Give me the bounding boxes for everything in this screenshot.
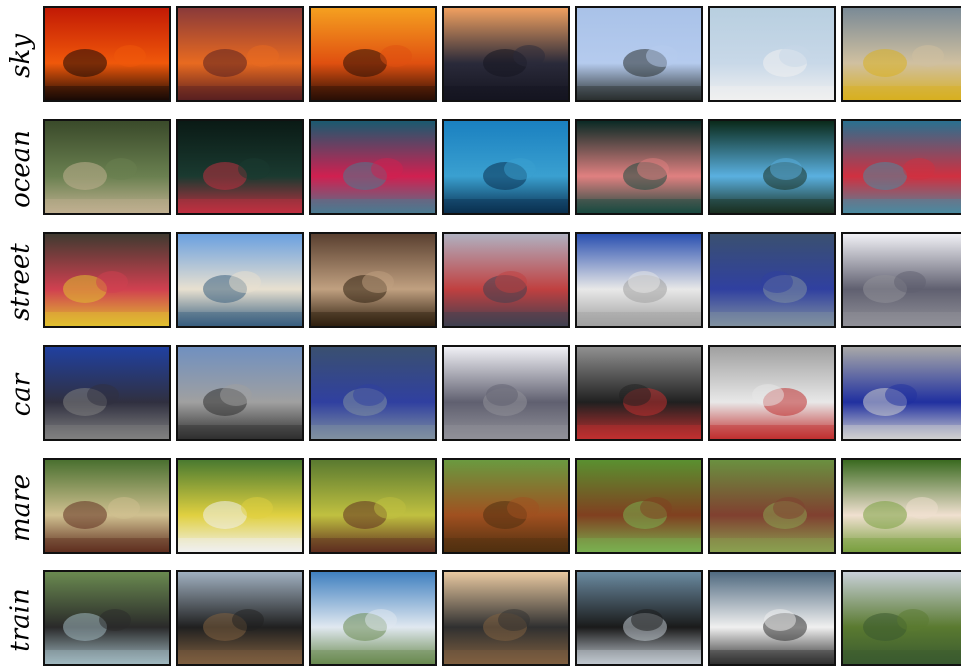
photo-street-crowd [442,232,570,328]
photo-two-horses-field [43,458,171,554]
row-ocean: ocean [0,119,961,219]
row-label-text: mare [6,474,37,542]
photo-tall-buildings [442,345,570,441]
photo-indoor-crowd [309,232,437,328]
row-label: ocean [0,119,42,219]
photo-shipwreck [442,119,570,215]
photo-horses-flowers [176,458,304,554]
photo-brown-horses [442,458,570,554]
photo-sunset-sun [309,6,437,102]
photo-steam-train-smoke [176,570,304,666]
photo-red-reef [841,119,961,215]
photo-city-street [176,345,304,441]
row-label-text: street [6,243,37,321]
photo-coral-reef [43,119,171,215]
photo-tall-buildings [841,232,961,328]
photo-white-steam [708,570,836,666]
row-label: train [0,570,42,670]
photo-flower-market [43,232,171,328]
row-train: train [0,570,961,670]
photo-steam-train-field [43,570,171,666]
photo-race-car-blue [841,345,961,441]
photo-white-building [575,232,703,328]
photo-blue-statues [708,232,836,328]
photo-white-plane [708,6,836,102]
row-label-text: car [6,373,36,417]
photo-sunset-clouds [176,6,304,102]
row-label-text: train [6,588,37,652]
photo-cave-hole [708,119,836,215]
row-label: mare [0,458,42,558]
row-label: sky [0,6,42,106]
photo-train-clouds [309,570,437,666]
photo-race-car-black [575,345,703,441]
photo-pink-fan-coral [575,119,703,215]
photo-office-tower [43,345,171,441]
row-car: car [0,345,961,445]
photo-train-tower [442,570,570,666]
photo-red-coral-fish [309,119,437,215]
photo-race-car-white [708,345,836,441]
photo-blue-statues [309,345,437,441]
photo-white-horse-trees [841,458,961,554]
photo-city-skyline [442,6,570,102]
photo-locomotive-steam [575,570,703,666]
photo-dark-cave [176,119,304,215]
row-sky: sky [0,6,961,106]
row-label-text: sky [6,34,37,78]
row-mare: mare [0,458,961,558]
photo-mare-foal [309,458,437,554]
row-street: street [0,232,961,332]
photo-house-pond [841,570,961,666]
photo-sunset-trees [43,6,171,102]
row-label: car [0,345,42,445]
photo-running-horses [708,458,836,554]
photo-harbor-village [176,232,304,328]
row-label-text: ocean [6,130,37,208]
row-label: street [0,232,42,332]
photo-jet-plane [575,6,703,102]
image-grid: sky ocean street car mare train [0,0,961,669]
photo-horse-grass [575,458,703,554]
photo-yellow-planes [841,6,961,102]
